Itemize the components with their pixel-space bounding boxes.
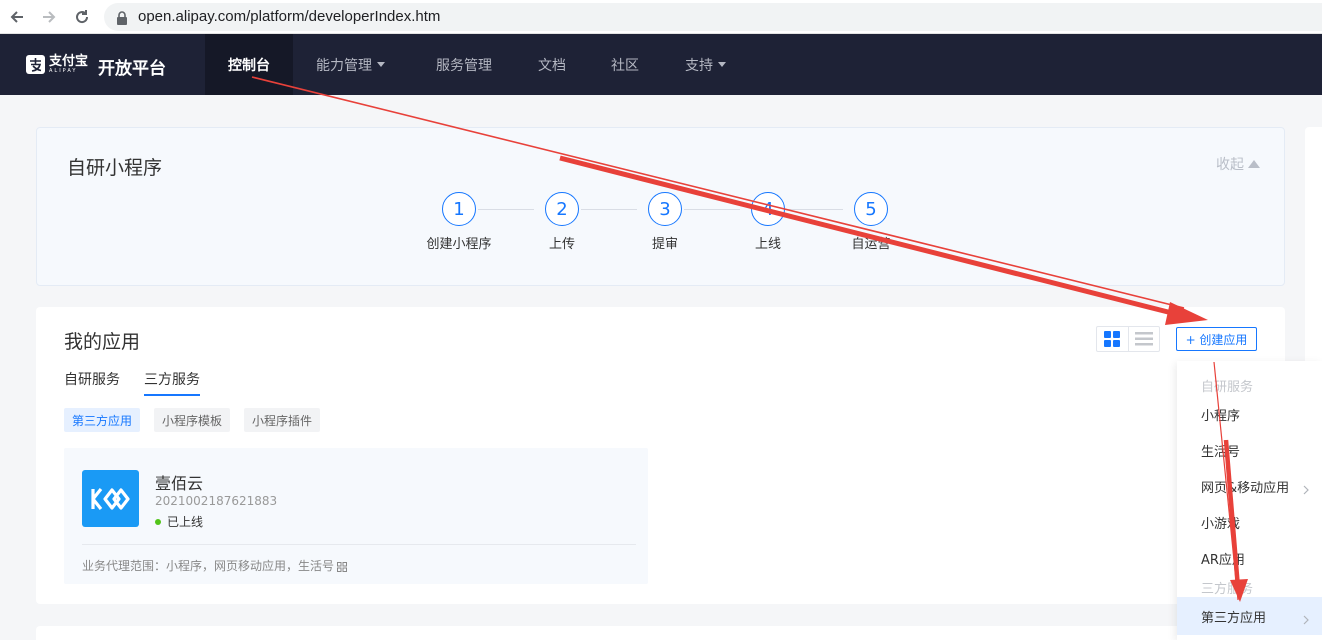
step-online[interactable]: 4 上线 — [718, 192, 818, 252]
step-upload[interactable]: 2 上传 — [512, 192, 612, 252]
chip-third-party-app[interactable]: 第三方应用 — [64, 408, 141, 432]
next-card — [36, 626, 1285, 640]
reload-icon[interactable] — [73, 8, 91, 26]
dropdown-item-ar[interactable]: AR应用 — [1201, 549, 1245, 568]
app-scope: 业务代理范围：小程序，网页移动应用，生活号 — [82, 557, 348, 574]
dropdown-item-minigame[interactable]: 小游戏 — [1201, 513, 1240, 532]
alipay-logo[interactable]: 支付宝 ALIPAY — [26, 55, 88, 74]
nav-support[interactable]: 支持 — [685, 34, 726, 95]
caret-down-icon — [377, 62, 385, 67]
my-apps-title: 我的应用 — [64, 331, 141, 353]
forward-arrow-icon[interactable] — [40, 8, 58, 26]
dropdown-item-lifestyle[interactable]: 生活号 — [1201, 441, 1240, 460]
status-badge: 已上线 — [155, 513, 203, 530]
logo-text-en: ALIPAY — [49, 68, 78, 74]
browser-toolbar: open.alipay.com/platform/developerIndex.… — [0, 0, 1322, 34]
dropdown-item-third-party-app[interactable]: 第三方应用 — [1201, 607, 1266, 626]
top-navigation: 支付宝 ALIPAY 开放平台 控制台 能力管理 服务管理 文档 社区 支持 — [0, 34, 1322, 95]
grid-view-icon[interactable] — [1097, 327, 1128, 351]
app-id: 2021002187621883 — [155, 494, 278, 508]
chip-miniprogram-template[interactable]: 小程序模板 — [154, 408, 231, 432]
list-view-icon[interactable] — [1127, 327, 1159, 351]
chevron-right-icon — [1302, 610, 1312, 625]
url-text: open.alipay.com/platform/developerIndex.… — [138, 8, 441, 25]
tab-third-party-service[interactable]: 三方服务 — [144, 369, 200, 396]
nav-service-management[interactable]: 服务管理 — [436, 34, 492, 95]
logo-text-cn: 支付宝 — [49, 54, 89, 69]
address-bar[interactable]: open.alipay.com/platform/developerIndex.… — [104, 3, 1322, 31]
view-toggle — [1096, 326, 1160, 352]
nav-docs[interactable]: 文档 — [538, 34, 566, 95]
step-operate[interactable]: 5 自运营 — [821, 192, 921, 252]
app-logo-icon — [82, 470, 139, 527]
chevron-right-icon — [1302, 480, 1312, 495]
status-dot-icon — [155, 518, 161, 525]
lock-icon — [116, 10, 130, 25]
collapse-toggle[interactable]: 收起 — [1216, 154, 1260, 174]
caret-down-icon — [718, 62, 726, 67]
dropdown-group-third: 三方服务 — [1201, 582, 1254, 597]
app-name[interactable]: 壹佰云 — [155, 470, 203, 494]
triangle-up-icon — [1248, 160, 1260, 168]
step-create[interactable]: 1 创建小程序 — [409, 192, 509, 252]
dropdown-item-miniprogram[interactable]: 小程序 — [1201, 405, 1240, 424]
dropdown-item-web-mobile[interactable]: 网页&移动应用 — [1201, 477, 1289, 496]
nav-community[interactable]: 社区 — [611, 34, 639, 95]
divider — [82, 544, 636, 545]
back-arrow-icon[interactable] — [8, 8, 26, 26]
miniprogram-title: 自研小程序 — [67, 157, 163, 179]
alipay-mark-icon — [26, 55, 45, 74]
chip-miniprogram-plugin[interactable]: 小程序插件 — [244, 408, 321, 432]
nav-console[interactable]: 控制台 — [205, 34, 293, 95]
create-app-button[interactable]: + 创建应用 — [1176, 327, 1257, 351]
grid-small-icon[interactable] — [337, 561, 348, 572]
platform-title: 开放平台 — [98, 59, 166, 79]
step-review[interactable]: 3 提审 — [615, 192, 715, 252]
dropdown-group-self: 自研服务 — [1201, 380, 1254, 395]
nav-capability-management[interactable]: 能力管理 — [316, 34, 385, 95]
tab-self-service[interactable]: 自研服务 — [64, 369, 120, 389]
